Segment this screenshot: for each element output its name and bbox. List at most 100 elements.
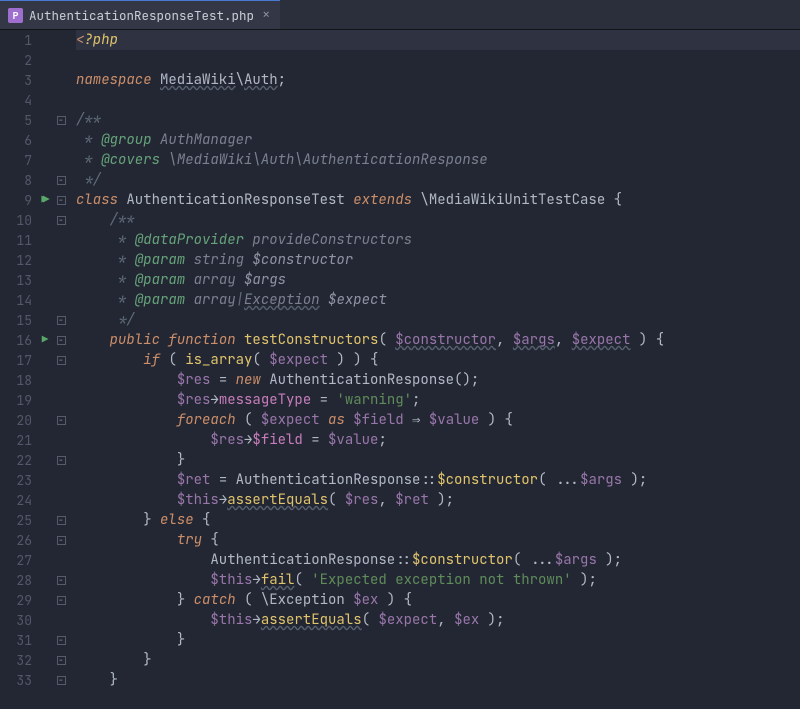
- token: );: [597, 551, 622, 569]
- code-line[interactable]: <?php: [76, 30, 800, 50]
- token: [244, 231, 252, 249]
- run-class-icon[interactable]: ▶▶: [41, 193, 44, 207]
- token: =: [210, 371, 235, 389]
- token: public: [110, 331, 169, 349]
- token: [76, 591, 177, 609]
- token: [76, 451, 177, 469]
- php-file-icon: P: [8, 8, 23, 23]
- token: messageType: [219, 391, 311, 409]
- token: AuthManager: [160, 131, 252, 149]
- code-line[interactable]: if ( is_array( $expect ) ) {: [76, 350, 800, 370]
- code-line[interactable]: $this→assertEquals( $res, $ret );: [76, 490, 800, 510]
- code-line[interactable]: /**: [76, 110, 800, 130]
- token: [320, 291, 328, 309]
- code-line[interactable]: $res = new AuthenticationResponse();: [76, 370, 800, 390]
- token: try: [177, 531, 202, 549]
- fold-toggle-icon[interactable]: −: [57, 116, 66, 125]
- fold-toggle-icon[interactable]: −: [57, 516, 66, 525]
- code-line[interactable]: } catch ( \Exception $ex ) {: [76, 590, 800, 610]
- code-line[interactable]: * @dataProvider provideConstructors: [76, 230, 800, 250]
- fold-toggle-icon[interactable]: −: [57, 196, 66, 205]
- token: [76, 491, 177, 509]
- fold-col: −: [54, 356, 68, 365]
- fold-toggle-icon[interactable]: −: [57, 416, 66, 425]
- code-line[interactable]: /**: [76, 210, 800, 230]
- code-line[interactable]: $ret = AuthenticationResponse::$construc…: [76, 470, 800, 490]
- fold-toggle-icon[interactable]: −: [57, 176, 66, 185]
- gutter-line: 12: [0, 250, 72, 270]
- gutter-line: 26−: [0, 530, 72, 550]
- fold-toggle-icon[interactable]: −: [57, 216, 66, 225]
- fold-toggle-icon[interactable]: −: [57, 676, 66, 685]
- gutter: 12345−678−9▶▶−10−1112131415−16▶−17−18192…: [0, 30, 72, 709]
- code-line[interactable]: * @group AuthManager: [76, 130, 800, 150]
- editor-tab[interactable]: P AuthenticationResponseTest.php ×: [0, 0, 280, 29]
- code-line[interactable]: $res→$field = $value;: [76, 430, 800, 450]
- code-line[interactable]: }: [76, 650, 800, 670]
- token: [76, 471, 177, 489]
- token: =: [210, 471, 235, 489]
- code-line[interactable]: class AuthenticationResponseTest extends…: [76, 190, 800, 210]
- line-number: 30: [0, 612, 36, 629]
- token: ;: [378, 431, 386, 449]
- code-line[interactable]: }: [76, 670, 800, 690]
- code-line[interactable]: * @covers \MediaWiki\Auth\Authentication…: [76, 150, 800, 170]
- code-line[interactable]: * @param string $constructor: [76, 250, 800, 270]
- token: $args: [244, 271, 286, 289]
- code-line[interactable]: }: [76, 630, 800, 650]
- code-line[interactable]: foreach ( $expect as $field ⇒ $value ) {: [76, 410, 800, 430]
- run-test-icon[interactable]: ▶: [42, 333, 49, 347]
- fold-toggle-icon[interactable]: −: [57, 576, 66, 585]
- fold-toggle-icon[interactable]: −: [57, 636, 66, 645]
- code-line[interactable]: $this→assertEquals( $expect, $ex );: [76, 610, 800, 630]
- line-number: 7: [0, 152, 36, 169]
- gutter-line: 31 −: [0, 630, 72, 650]
- line-number: 31: [0, 632, 36, 649]
- code-line[interactable]: * @param array|Exception $expect: [76, 290, 800, 310]
- token: [76, 391, 177, 409]
- token: *: [118, 251, 135, 269]
- token: extends: [345, 191, 421, 209]
- code-area[interactable]: <?php namespace MediaWiki\Auth; /** * @g…: [72, 30, 800, 709]
- fold-toggle-icon[interactable]: −: [57, 356, 66, 365]
- close-icon[interactable]: ×: [262, 8, 270, 22]
- gutter-line: 29−: [0, 590, 72, 610]
- code-line[interactable]: AuthenticationResponse::$constructor( ..…: [76, 550, 800, 570]
- token: [76, 511, 143, 529]
- token: $constructor: [252, 251, 353, 269]
- code-line[interactable]: try {: [76, 530, 800, 550]
- code-line[interactable]: [76, 90, 800, 110]
- token: →: [244, 431, 252, 449]
- code-line[interactable]: $this→fail( 'Expected exception not thro…: [76, 570, 800, 590]
- code-line[interactable]: } else {: [76, 510, 800, 530]
- token: AuthenticationResponse: [269, 371, 454, 389]
- token: $expect: [269, 351, 328, 369]
- token: $ex: [454, 611, 479, 629]
- token: string: [185, 251, 252, 269]
- code-line[interactable]: * @param array $args: [76, 270, 800, 290]
- fold-toggle-icon[interactable]: −: [57, 336, 66, 345]
- fold-col: −: [54, 116, 68, 125]
- gutter-line: 27: [0, 550, 72, 570]
- token: ,: [496, 331, 513, 349]
- fold-toggle-icon[interactable]: −: [57, 536, 66, 545]
- token: @covers: [101, 151, 160, 169]
- fold-toggle-icon[interactable]: −: [57, 456, 66, 465]
- token: $constructor: [437, 471, 538, 489]
- fold-toggle-icon[interactable]: −: [57, 656, 66, 665]
- code-line[interactable]: */: [76, 170, 800, 190]
- fold-toggle-icon[interactable]: −: [57, 596, 66, 605]
- code-line[interactable]: namespace MediaWiki\Auth;: [76, 70, 800, 90]
- code-line[interactable]: */: [76, 310, 800, 330]
- code-line[interactable]: }: [76, 450, 800, 470]
- code-line[interactable]: $res→messageType = 'warning';: [76, 390, 800, 410]
- fold-toggle-icon[interactable]: −: [57, 316, 66, 325]
- tab-filename: AuthenticationResponseTest.php: [29, 7, 254, 24]
- code-line[interactable]: public function testConstructors( $const…: [76, 330, 800, 350]
- gutter-line: 32−: [0, 650, 72, 670]
- code-line[interactable]: [76, 50, 800, 70]
- gutter-icon-col: ▶▶: [36, 193, 54, 207]
- token: if: [143, 351, 168, 369]
- token: }: [177, 591, 194, 609]
- token: $res: [177, 391, 211, 409]
